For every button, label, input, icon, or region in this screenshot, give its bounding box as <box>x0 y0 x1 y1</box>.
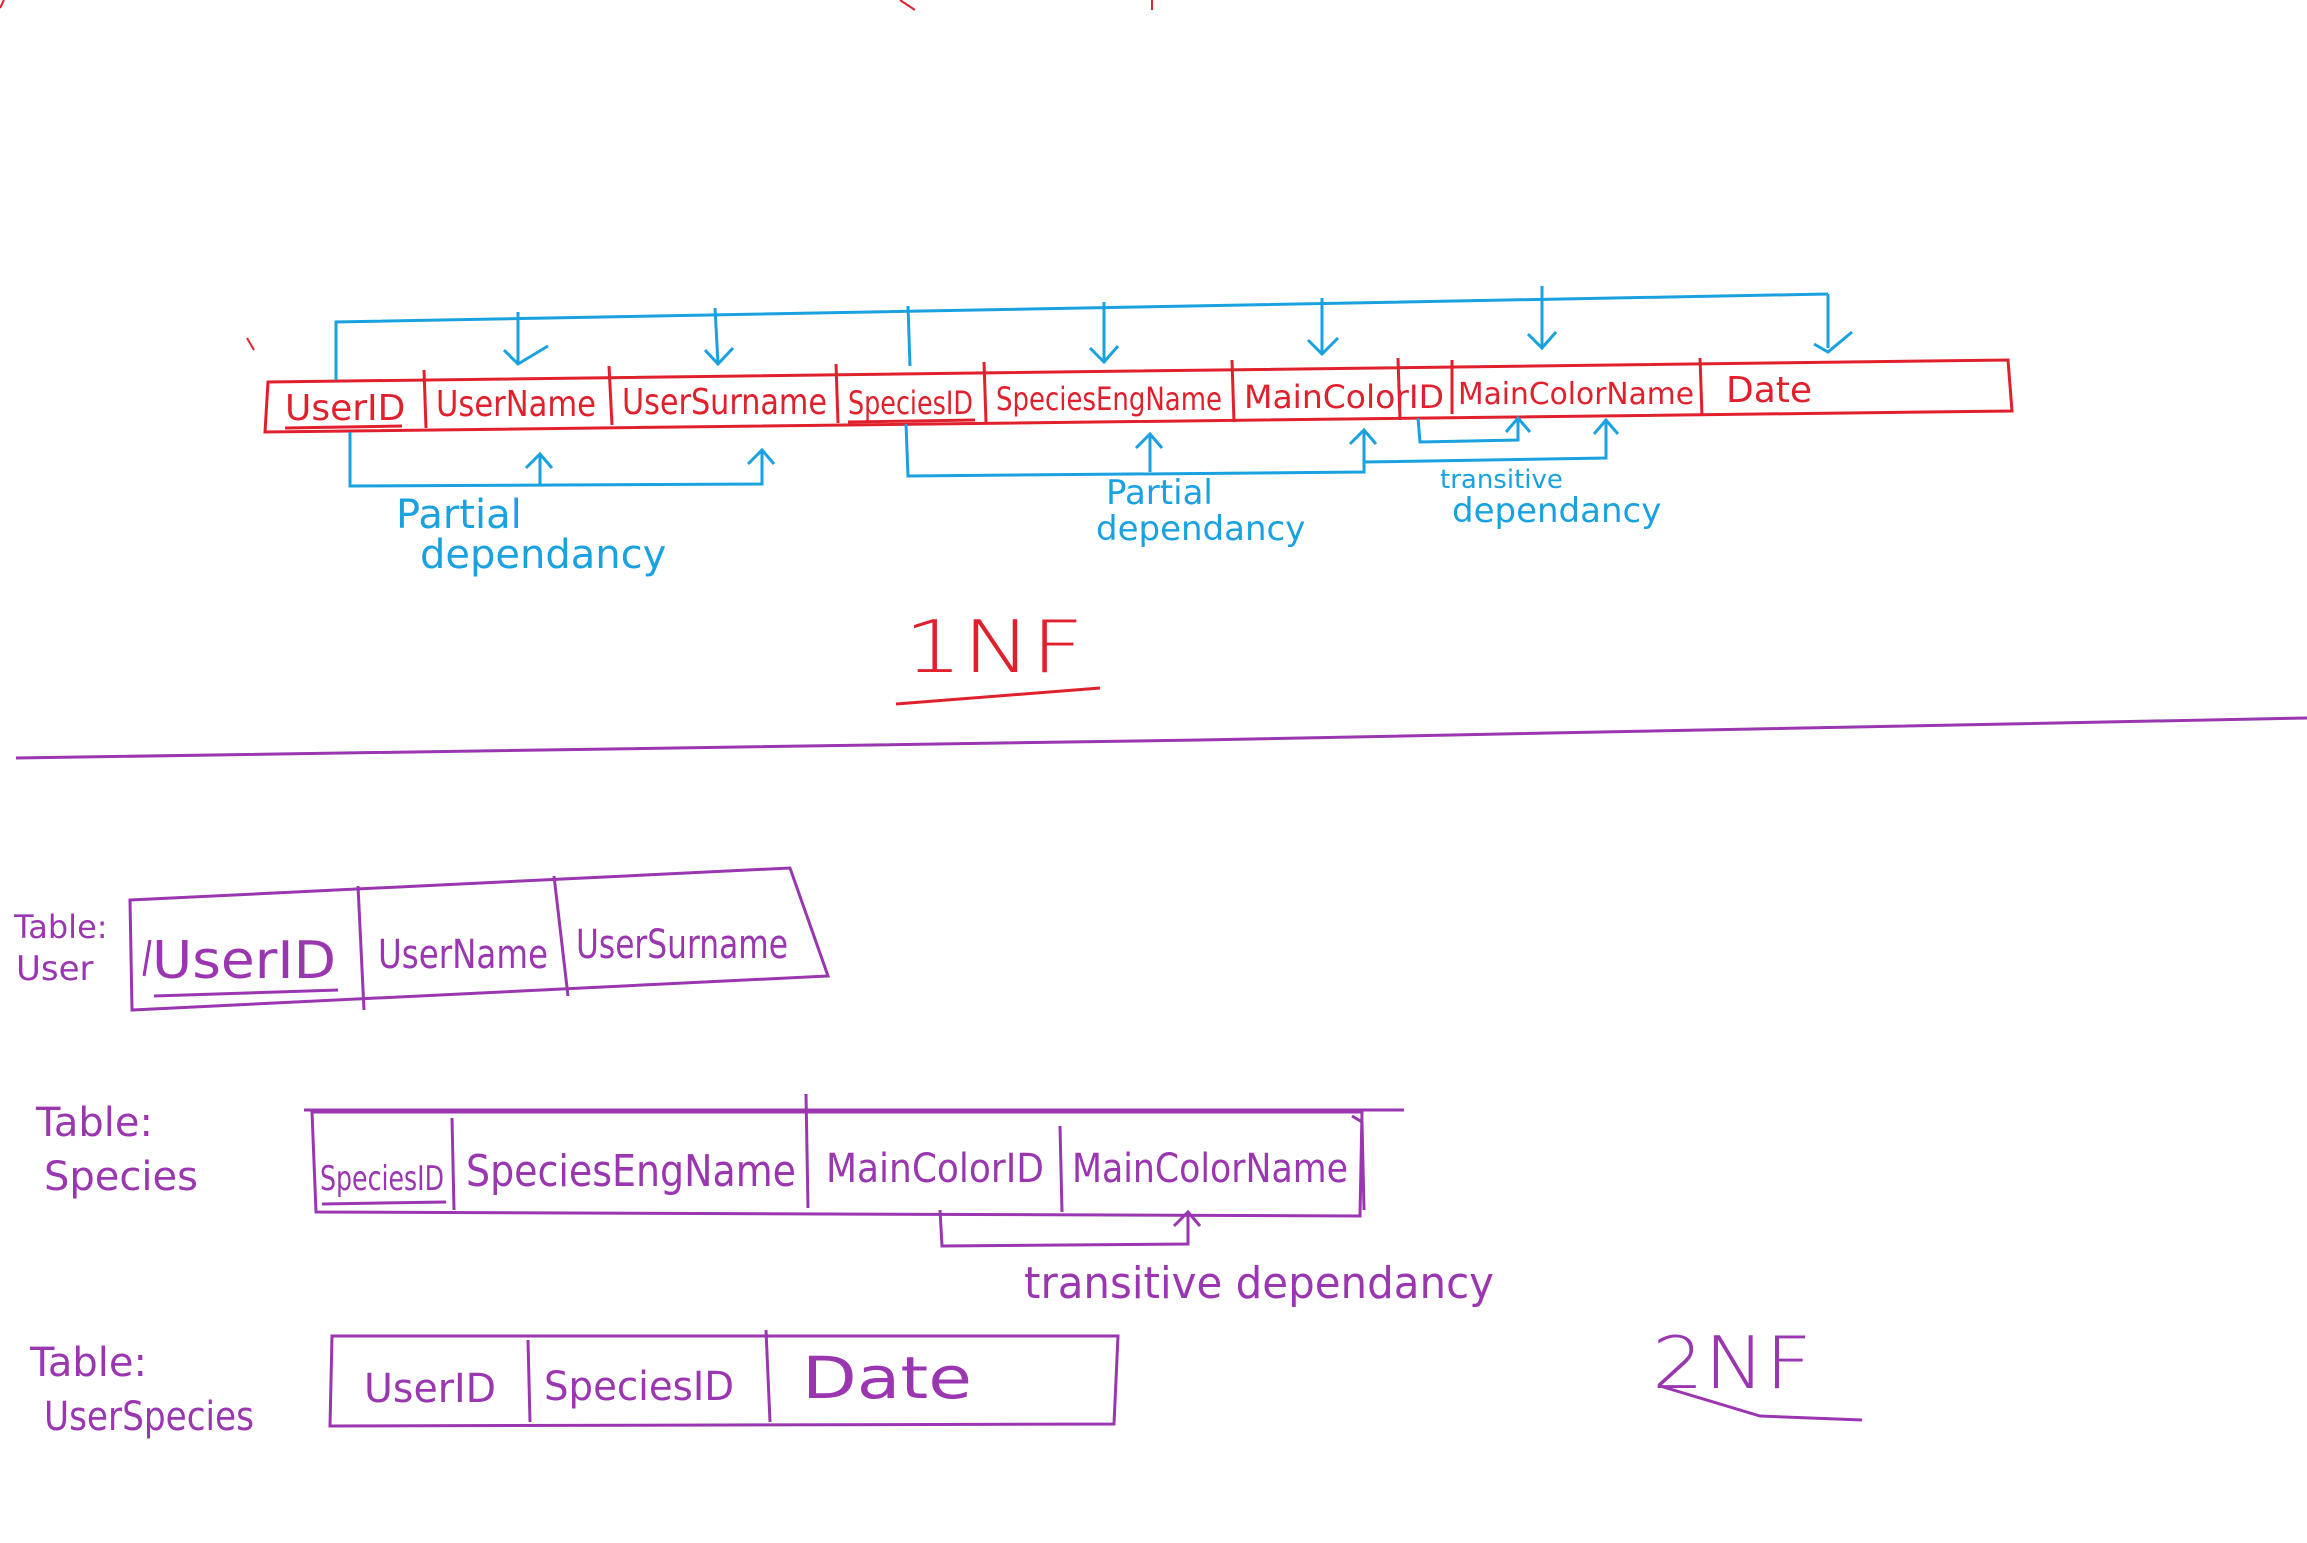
table-label: Table: <box>35 1100 153 1146</box>
user-col-usersurname: UserSurname <box>576 922 788 968</box>
1nf-label: 1NF <box>904 605 1084 689</box>
1nf-col-username: UserName <box>436 384 596 425</box>
table-label: Table: <box>29 1340 147 1386</box>
1nf-col-maincolorid: MainColorID <box>1244 378 1444 416</box>
2nf-table-userspecies: Table: UserSpecies UserID SpeciesID Date <box>29 1329 1120 1440</box>
1nf-label-underline <box>895 686 1101 706</box>
partial-dependency-label-1b: dependancy <box>420 532 666 578</box>
primary-key-underline <box>321 1200 447 1206</box>
transitive-dependency-note: transitive dependancy <box>1024 1258 1494 1309</box>
primary-key-underline <box>847 418 976 424</box>
userspecies-col-userid: UserID <box>364 1366 496 1412</box>
stray-marks <box>0 0 1153 351</box>
section-divider <box>15 716 2307 760</box>
primary-key-underline <box>284 424 403 430</box>
user-col-userid: UserID <box>152 931 336 991</box>
table-label: UserSpecies <box>44 1394 254 1440</box>
1nf-table: UserID UserName UserSurname SpeciesID Sp… <box>263 357 2014 434</box>
1nf-col-userid: UserID <box>285 388 405 429</box>
species-col-maincolorid: MainColorID <box>826 1146 1044 1192</box>
1nf-col-date: Date <box>1726 370 1812 411</box>
table-label: Table: <box>13 908 108 946</box>
2nf-table-species: Table: Species SpeciesID SpeciesEngName … <box>35 1093 1494 1309</box>
transitive-dependency-label-b: dependancy <box>1452 491 1661 531</box>
species-col-speciesid: SpeciesID <box>320 1159 444 1199</box>
userspecies-col-date: Date <box>802 1344 972 1412</box>
diagram-canvas: UserID UserName UserSurname SpeciesID Sp… <box>0 0 2307 1440</box>
table-label: Species <box>44 1154 198 1200</box>
species-col-maincolorname: MainColorName <box>1072 1146 1348 1192</box>
table-label: User <box>16 949 94 989</box>
1nf-col-speciesid: SpeciesID <box>848 384 973 422</box>
partial-dependency-label-2b: dependancy <box>1096 509 1305 549</box>
userspecies-col-speciesid: SpeciesID <box>544 1364 734 1410</box>
2nf-table-user: Table: User UserID UserName UserSurname <box>13 866 831 1012</box>
partial-dependency-label-2: Partial <box>1106 473 1213 513</box>
species-col-speciesengname: SpeciesEngName <box>466 1146 796 1197</box>
1nf-col-usersurname: UserSurname <box>622 382 827 423</box>
user-col-username: UserName <box>378 932 548 978</box>
1nf-col-speciesengname: SpeciesEngName <box>996 380 1222 418</box>
1nf-col-maincolorname: MainColorName <box>1458 377 1694 412</box>
2nf-label: 2NF <box>1652 1321 1812 1405</box>
